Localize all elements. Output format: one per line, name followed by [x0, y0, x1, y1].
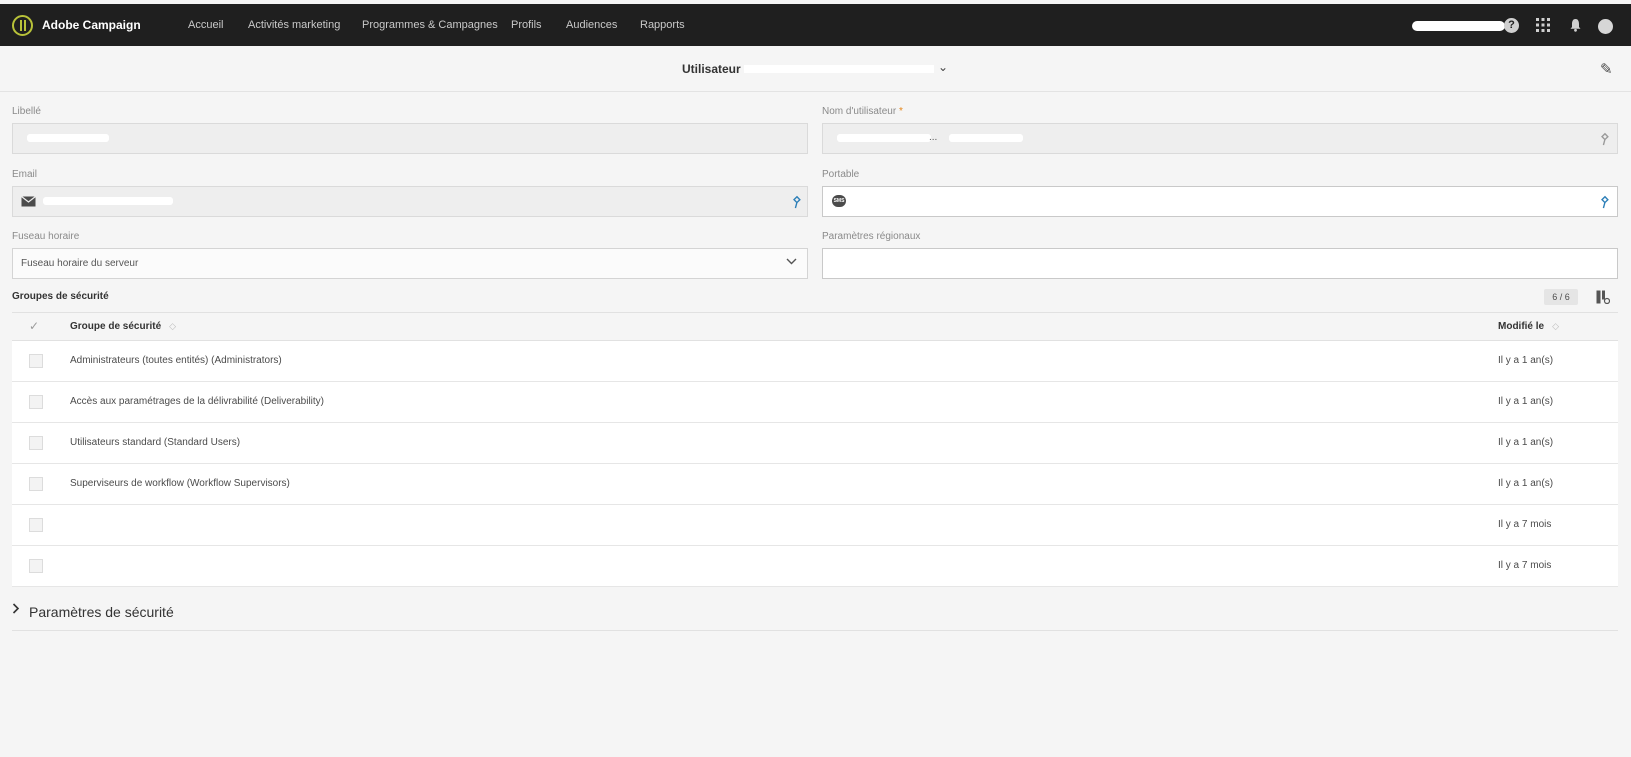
redacted-user-name	[744, 65, 934, 73]
top-navigation-bar: Adobe Campaign Accueil Activités marketi…	[0, 4, 1631, 46]
security-settings-title[interactable]: Paramètres de sécurité	[29, 604, 174, 620]
modified-date: Il y a 7 mois	[1498, 519, 1552, 530]
email-field[interactable]	[12, 186, 808, 217]
redacted-email	[43, 197, 173, 205]
nav-item-programmes-campagnes[interactable]: Programmes & Campagnes	[362, 19, 498, 31]
envelope-icon	[21, 196, 36, 210]
row-checkbox[interactable]	[29, 559, 43, 573]
adobe-campaign-logo-icon[interactable]	[12, 15, 33, 36]
username-field[interactable]: ...	[822, 123, 1618, 154]
bell-icon[interactable]	[1569, 18, 1582, 34]
pin-icon[interactable]	[1596, 192, 1617, 214]
chevron-right-icon[interactable]	[12, 603, 20, 617]
sort-icon[interactable]: ◇	[169, 321, 176, 332]
mobile-label: Portable	[822, 169, 860, 180]
help-icon[interactable]: ?	[1504, 18, 1519, 33]
table-row[interactable]: Superviseurs de workflow (Workflow Super…	[12, 464, 1618, 505]
table-row[interactable]: Il y a 7 mois	[12, 546, 1618, 587]
email-label: Email	[12, 169, 38, 180]
edit-pencil-icon[interactable]: ✎	[1600, 60, 1613, 78]
pin-icon[interactable]	[1596, 129, 1617, 151]
row-checkbox[interactable]	[29, 518, 43, 532]
page-title: Utilisateur	[682, 62, 741, 76]
modified-date: Il y a 1 an(s)	[1498, 437, 1554, 448]
nav-item-activites-marketing[interactable]: Activités marketing	[248, 19, 340, 31]
group-name[interactable]: Administrateurs (toutes entités) (Admini…	[70, 355, 282, 366]
modified-date: Il y a 1 an(s)	[1498, 478, 1554, 489]
nav-item-profils[interactable]: Profils	[511, 19, 542, 31]
redacted-value	[27, 134, 109, 142]
row-checkbox[interactable]	[29, 395, 43, 409]
security-groups-table: ✓ Groupe de sécurité ◇ Modifié le ◇ Admini…	[12, 312, 1618, 587]
nav-item-rapports[interactable]: Rapports	[640, 19, 685, 31]
row-checkbox[interactable]	[29, 477, 43, 491]
page-header: Utilisateur ⌄ ✎	[0, 46, 1631, 92]
security-groups-title: Groupes de sécurité	[12, 291, 109, 302]
group-name[interactable]: Accès aux paramétrages de la délivrabili…	[70, 396, 324, 407]
timezone-select[interactable]: Fuseau horaire du serveur	[12, 248, 808, 279]
table-row[interactable]: Utilisateurs standard (Standard Users) I…	[12, 423, 1618, 464]
chevron-down-icon[interactable]	[786, 256, 797, 268]
username-ellipsis: ...	[929, 132, 938, 143]
locale-label: Paramètres régionaux	[822, 231, 921, 242]
table-row[interactable]: Il y a 7 mois	[12, 505, 1618, 546]
libelle-field[interactable]	[12, 123, 808, 154]
pin-icon[interactable]	[788, 192, 809, 214]
username-label: Nom d'utilisateur *	[822, 106, 903, 117]
user-avatar[interactable]	[1598, 19, 1613, 34]
libelle-label: Libellé	[12, 106, 41, 117]
redacted-value	[949, 134, 1023, 142]
row-counter-badge: 6 / 6	[1544, 289, 1578, 305]
column-settings-icon[interactable]	[1596, 290, 1611, 307]
app-title[interactable]: Adobe Campaign	[42, 18, 141, 32]
column-header-group[interactable]: Groupe de sécurité ◇	[70, 321, 176, 332]
redacted-value	[837, 134, 931, 142]
mobile-field[interactable]: SMS	[822, 186, 1618, 217]
sort-icon[interactable]: ◇	[1552, 321, 1559, 332]
table-row[interactable]: Administrateurs (toutes entités) (Admini…	[12, 341, 1618, 382]
timezone-label: Fuseau horaire	[12, 231, 80, 242]
row-checkbox[interactable]	[29, 354, 43, 368]
security-settings-section[interactable]: Paramètres de sécurité	[12, 599, 1618, 631]
table-header: ✓ Groupe de sécurité ◇ Modifié le ◇	[12, 313, 1618, 341]
sms-icon: SMS	[832, 195, 846, 207]
redacted-group-name	[70, 521, 180, 530]
redacted-organization-name	[1412, 21, 1505, 31]
apps-grid-icon[interactable]	[1536, 18, 1550, 34]
group-name[interactable]: Utilisateurs standard (Standard Users)	[70, 437, 240, 448]
select-all-check-icon[interactable]: ✓	[29, 319, 39, 333]
nav-item-audiences[interactable]: Audiences	[566, 19, 617, 31]
nav-item-accueil[interactable]: Accueil	[188, 19, 223, 31]
locale-field[interactable]	[822, 248, 1618, 279]
modified-date: Il y a 1 an(s)	[1498, 355, 1554, 366]
modified-date: Il y a 1 an(s)	[1498, 396, 1554, 407]
row-checkbox[interactable]	[29, 436, 43, 450]
redacted-group-name	[70, 562, 260, 571]
timezone-value: Fuseau horaire du serveur	[21, 258, 139, 269]
group-name[interactable]: Superviseurs de workflow (Workflow Super…	[70, 478, 290, 489]
column-header-modified[interactable]: Modifié le ◇	[1498, 321, 1559, 332]
modified-date: Il y a 7 mois	[1498, 560, 1552, 571]
table-row[interactable]: Accès aux paramétrages de la délivrabili…	[12, 382, 1618, 423]
chevron-down-icon[interactable]: ⌄	[938, 60, 948, 74]
